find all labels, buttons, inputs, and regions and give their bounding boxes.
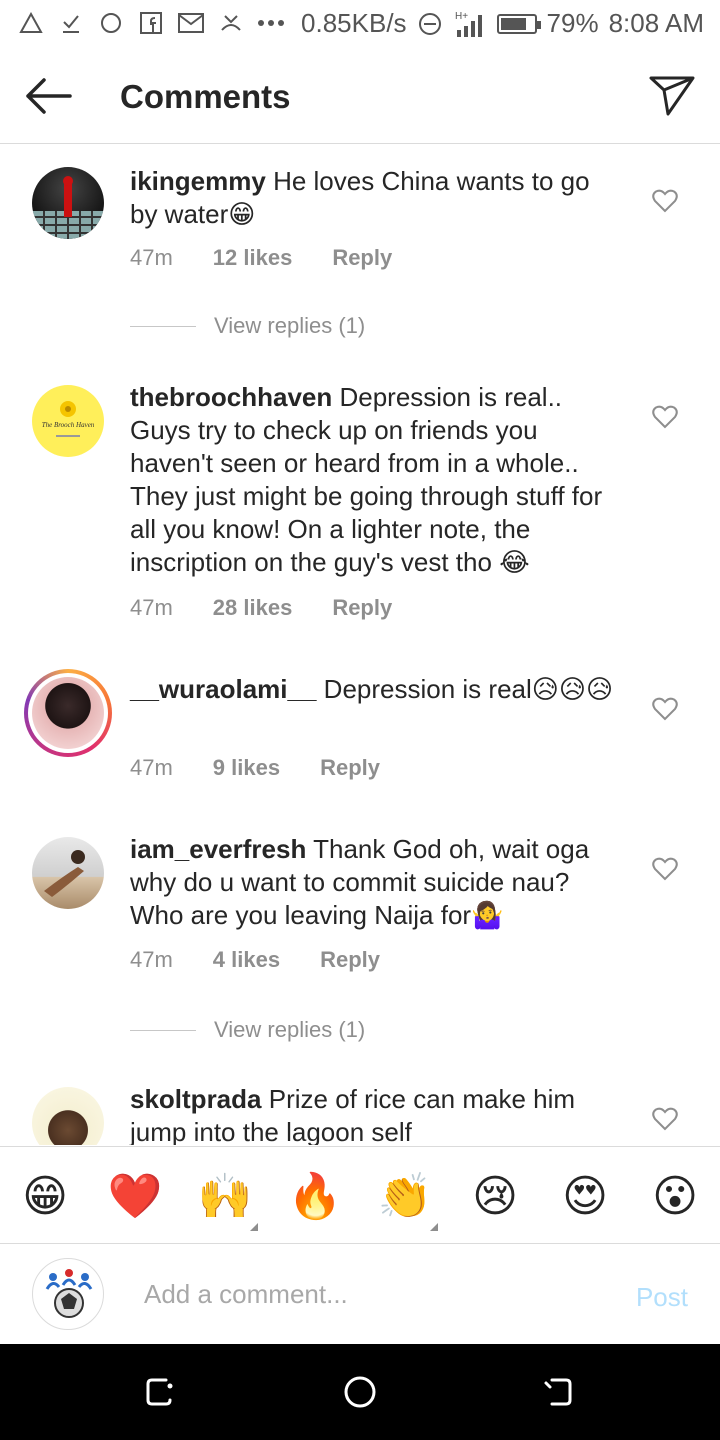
divider-line [130, 1029, 196, 1031]
comment-time: 47m [130, 245, 173, 270]
back-arrow-icon[interactable] [24, 76, 72, 116]
view-replies[interactable]: View replies (1) [130, 1017, 365, 1043]
network-speed: 0.85KB/s [301, 8, 407, 38]
comment-meta: 47m 4 likes Reply [130, 947, 380, 973]
comment-text: ikingemmy He loves China wants to go by … [130, 165, 620, 231]
comment-username[interactable]: __wuraolami__ [130, 674, 316, 704]
like-heart-icon[interactable] [652, 697, 678, 721]
notification-icons [18, 10, 284, 36]
fire-emoji[interactable]: 🔥 [288, 1169, 343, 1223]
back-nav-icon[interactable] [540, 1374, 576, 1410]
view-replies-label[interactable]: View replies (1) [214, 313, 365, 339]
astonished-face-emoji[interactable]: 😮 [648, 1169, 702, 1223]
recent-apps-icon[interactable] [142, 1374, 178, 1410]
crying-face-emoji[interactable]: 😢 [468, 1169, 522, 1223]
comment-composer: Post [0, 1244, 720, 1344]
reply-button[interactable]: Reply [332, 245, 392, 271]
avatar[interactable] [32, 837, 104, 909]
battery-level [500, 17, 526, 30]
post-button[interactable]: Post [636, 1282, 688, 1313]
comment-meta: 47m 12 likes Reply [130, 245, 392, 271]
message-bubble-icon [98, 10, 124, 36]
avatar[interactable] [32, 1087, 104, 1145]
comments-list[interactable]: ikingemmy He loves China wants to go by … [0, 145, 720, 1145]
comment-username[interactable]: iam_everfresh [130, 834, 306, 864]
skin-tone-indicator [430, 1223, 438, 1231]
facebook-icon [138, 10, 164, 36]
svg-text:H+: H+ [455, 11, 468, 22]
comment-meta: 47m 9 likes Reply [130, 755, 380, 781]
comment-username[interactable]: thebroochhaven [130, 382, 332, 412]
comment-text: skoltprada Prize of rice can make him ju… [130, 1083, 620, 1145]
raising-hands-emoji[interactable]: 🙌 [198, 1169, 253, 1223]
battery-percent: 79% [546, 8, 599, 38]
comment-likes[interactable]: 28 likes [213, 595, 293, 621]
system-nav-bar [0, 1344, 720, 1440]
reply-button[interactable]: Reply [320, 947, 380, 973]
like-heart-icon[interactable] [652, 1107, 678, 1131]
more-notifications-icon [258, 10, 284, 36]
system-status: 0.85KB/s H+ 79% 8:08 AM [301, 8, 704, 39]
battery-icon [496, 13, 541, 34]
clock: 8:08 AM [608, 8, 704, 38]
warning-icon [18, 10, 44, 36]
comment-time: 47m [130, 947, 173, 972]
avatar-story-ring[interactable] [24, 669, 112, 757]
gmail-icon [178, 10, 204, 36]
reply-button[interactable]: Reply [320, 755, 380, 781]
comment-text: __wuraolami__ Depression is real😥😥😥 [130, 673, 620, 706]
comment-likes[interactable]: 9 likes [213, 755, 280, 781]
divider-line [130, 325, 196, 327]
like-heart-icon[interactable] [652, 189, 678, 213]
comment-time: 47m [130, 595, 173, 620]
page-title: Comments [120, 78, 291, 115]
view-replies[interactable]: View replies (1) [130, 313, 365, 339]
emoji-reaction-bar: 😁 ❤️ 🙌 🔥 👏 😢 😍 😮 [0, 1146, 720, 1244]
download-check-icon [58, 10, 84, 36]
view-replies-label[interactable]: View replies (1) [214, 1017, 365, 1043]
comment-input[interactable] [144, 1274, 564, 1314]
avatar-photo [32, 677, 104, 749]
comment-username[interactable]: skoltprada [130, 1084, 262, 1114]
clapping-hands-emoji[interactable]: 👏 [378, 1169, 433, 1223]
avatar-brand-text: The Brooch Haven [42, 421, 95, 429]
comment-meta: 47m 28 likes Reply [130, 595, 392, 621]
comment-emoji: 🤷‍♀️ [471, 900, 504, 930]
comment-emoji: 😁 [228, 199, 256, 229]
comment-likes[interactable]: 12 likes [213, 245, 293, 271]
avatar[interactable]: The Brooch Haven [32, 385, 104, 457]
comment-text: iam_everfresh Thank God oh, wait oga why… [130, 833, 620, 932]
like-heart-icon[interactable] [652, 857, 678, 881]
home-icon[interactable] [342, 1374, 378, 1410]
signal-icon: H+ [453, 11, 487, 37]
comment-time: 47m [130, 755, 173, 780]
comment-body: Depression is real [323, 674, 532, 704]
reply-button[interactable]: Reply [332, 595, 392, 621]
my-avatar [32, 1258, 104, 1330]
skin-tone-indicator [250, 1223, 258, 1231]
comment-username[interactable]: ikingemmy [130, 166, 266, 196]
avatar[interactable] [32, 167, 104, 239]
comment-emoji: 😥😥😥 [531, 674, 614, 704]
comments-header: Comments [0, 50, 720, 144]
comment-likes[interactable]: 4 likes [213, 947, 280, 973]
avatar [28, 673, 108, 753]
do-not-disturb-icon [417, 11, 443, 37]
like-heart-icon[interactable] [652, 405, 678, 429]
status-bar: 0.85KB/s H+ 79% 8:08 AM [0, 0, 720, 50]
heart-eyes-emoji[interactable]: 😍 [558, 1169, 612, 1223]
red-heart-emoji[interactable]: ❤️ [108, 1169, 163, 1223]
beaming-face-emoji[interactable]: 😁 [18, 1169, 72, 1223]
missed-call-icon [218, 10, 244, 36]
comment-emoji: 😂 [499, 547, 530, 577]
comment-text: thebroochhaven Depression is real.. Guys… [130, 381, 620, 579]
direct-send-icon[interactable] [648, 74, 696, 118]
